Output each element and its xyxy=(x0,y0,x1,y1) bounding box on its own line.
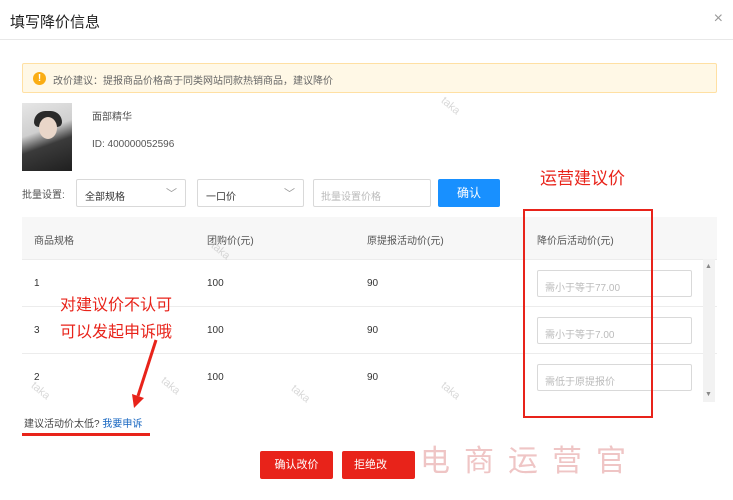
scroll-down-icon[interactable]: ▼ xyxy=(705,391,712,398)
row-spec: 1 xyxy=(34,278,40,289)
chevron-down-icon: ﹀ xyxy=(166,188,177,200)
appeal-row: 建议活动价太低? 我要申诉 xyxy=(24,415,142,430)
batch-price-placeholder: 批量设置价格 xyxy=(321,192,381,203)
spec-select[interactable]: 全部规格 ﹀ xyxy=(76,179,186,207)
price-suggestion-alert: ! 改价建议：提报商品价格高于同类网站同款热销商品，建议降价 xyxy=(22,63,717,93)
appeal-prefix: 建议活动价太低? xyxy=(24,419,100,430)
row-orig-price: 90 xyxy=(367,278,379,289)
annotation-line-1: 对建议价不认可 xyxy=(60,297,173,314)
close-icon[interactable]: × xyxy=(714,10,723,28)
ops-suggested-price-annotation: 运营建议价 xyxy=(540,169,625,188)
alert-text: 改价建议：提报商品价格高于同类网站同款热销商品，建议降价 xyxy=(53,76,333,87)
dialog-title: 填写降价信息 xyxy=(10,14,101,31)
watermark: 电商运营官 xyxy=(420,444,640,479)
reject-change-button[interactable]: 拒绝改 xyxy=(342,451,415,479)
product-name: 面部精华 xyxy=(92,112,132,123)
chevron-down-icon: ﹀ xyxy=(284,188,295,200)
batch-confirm-button[interactable]: 确认 xyxy=(438,179,500,207)
annotation-arrow xyxy=(132,339,158,408)
batch-label: 批量设置: xyxy=(22,190,65,201)
thumbnail-face xyxy=(39,117,57,139)
row-group-price: 100 xyxy=(207,372,224,383)
price-type-value: 一口价 xyxy=(206,192,236,203)
row-spec: 3 xyxy=(34,325,40,336)
confirm-change-button[interactable]: 确认改价 xyxy=(260,451,333,479)
price-column-highlight xyxy=(523,209,653,418)
dialog-header: 填写降价信息 × xyxy=(0,0,733,40)
header-orig-price: 原提报活动价(元) xyxy=(367,236,444,247)
header-spec: 商品规格 xyxy=(34,236,74,247)
row-orig-price: 90 xyxy=(367,325,379,336)
ghost-watermark: taka xyxy=(438,94,463,118)
appeal-link[interactable]: 我要申诉 xyxy=(102,419,142,430)
spec-select-value: 全部规格 xyxy=(85,192,125,203)
price-type-select[interactable]: 一口价 ﹀ xyxy=(197,179,304,207)
row-group-price: 100 xyxy=(207,278,224,289)
row-orig-price: 90 xyxy=(367,372,379,383)
batch-price-input[interactable]: 批量设置价格 xyxy=(313,179,431,207)
product-thumbnail xyxy=(22,103,72,171)
product-id: ID: 400000052596 xyxy=(92,139,175,150)
warning-icon: ! xyxy=(33,72,46,85)
table-scrollbar[interactable]: ▲ ▼ xyxy=(703,259,715,402)
appeal-underline xyxy=(22,433,150,436)
scroll-up-icon[interactable]: ▲ xyxy=(705,263,712,270)
